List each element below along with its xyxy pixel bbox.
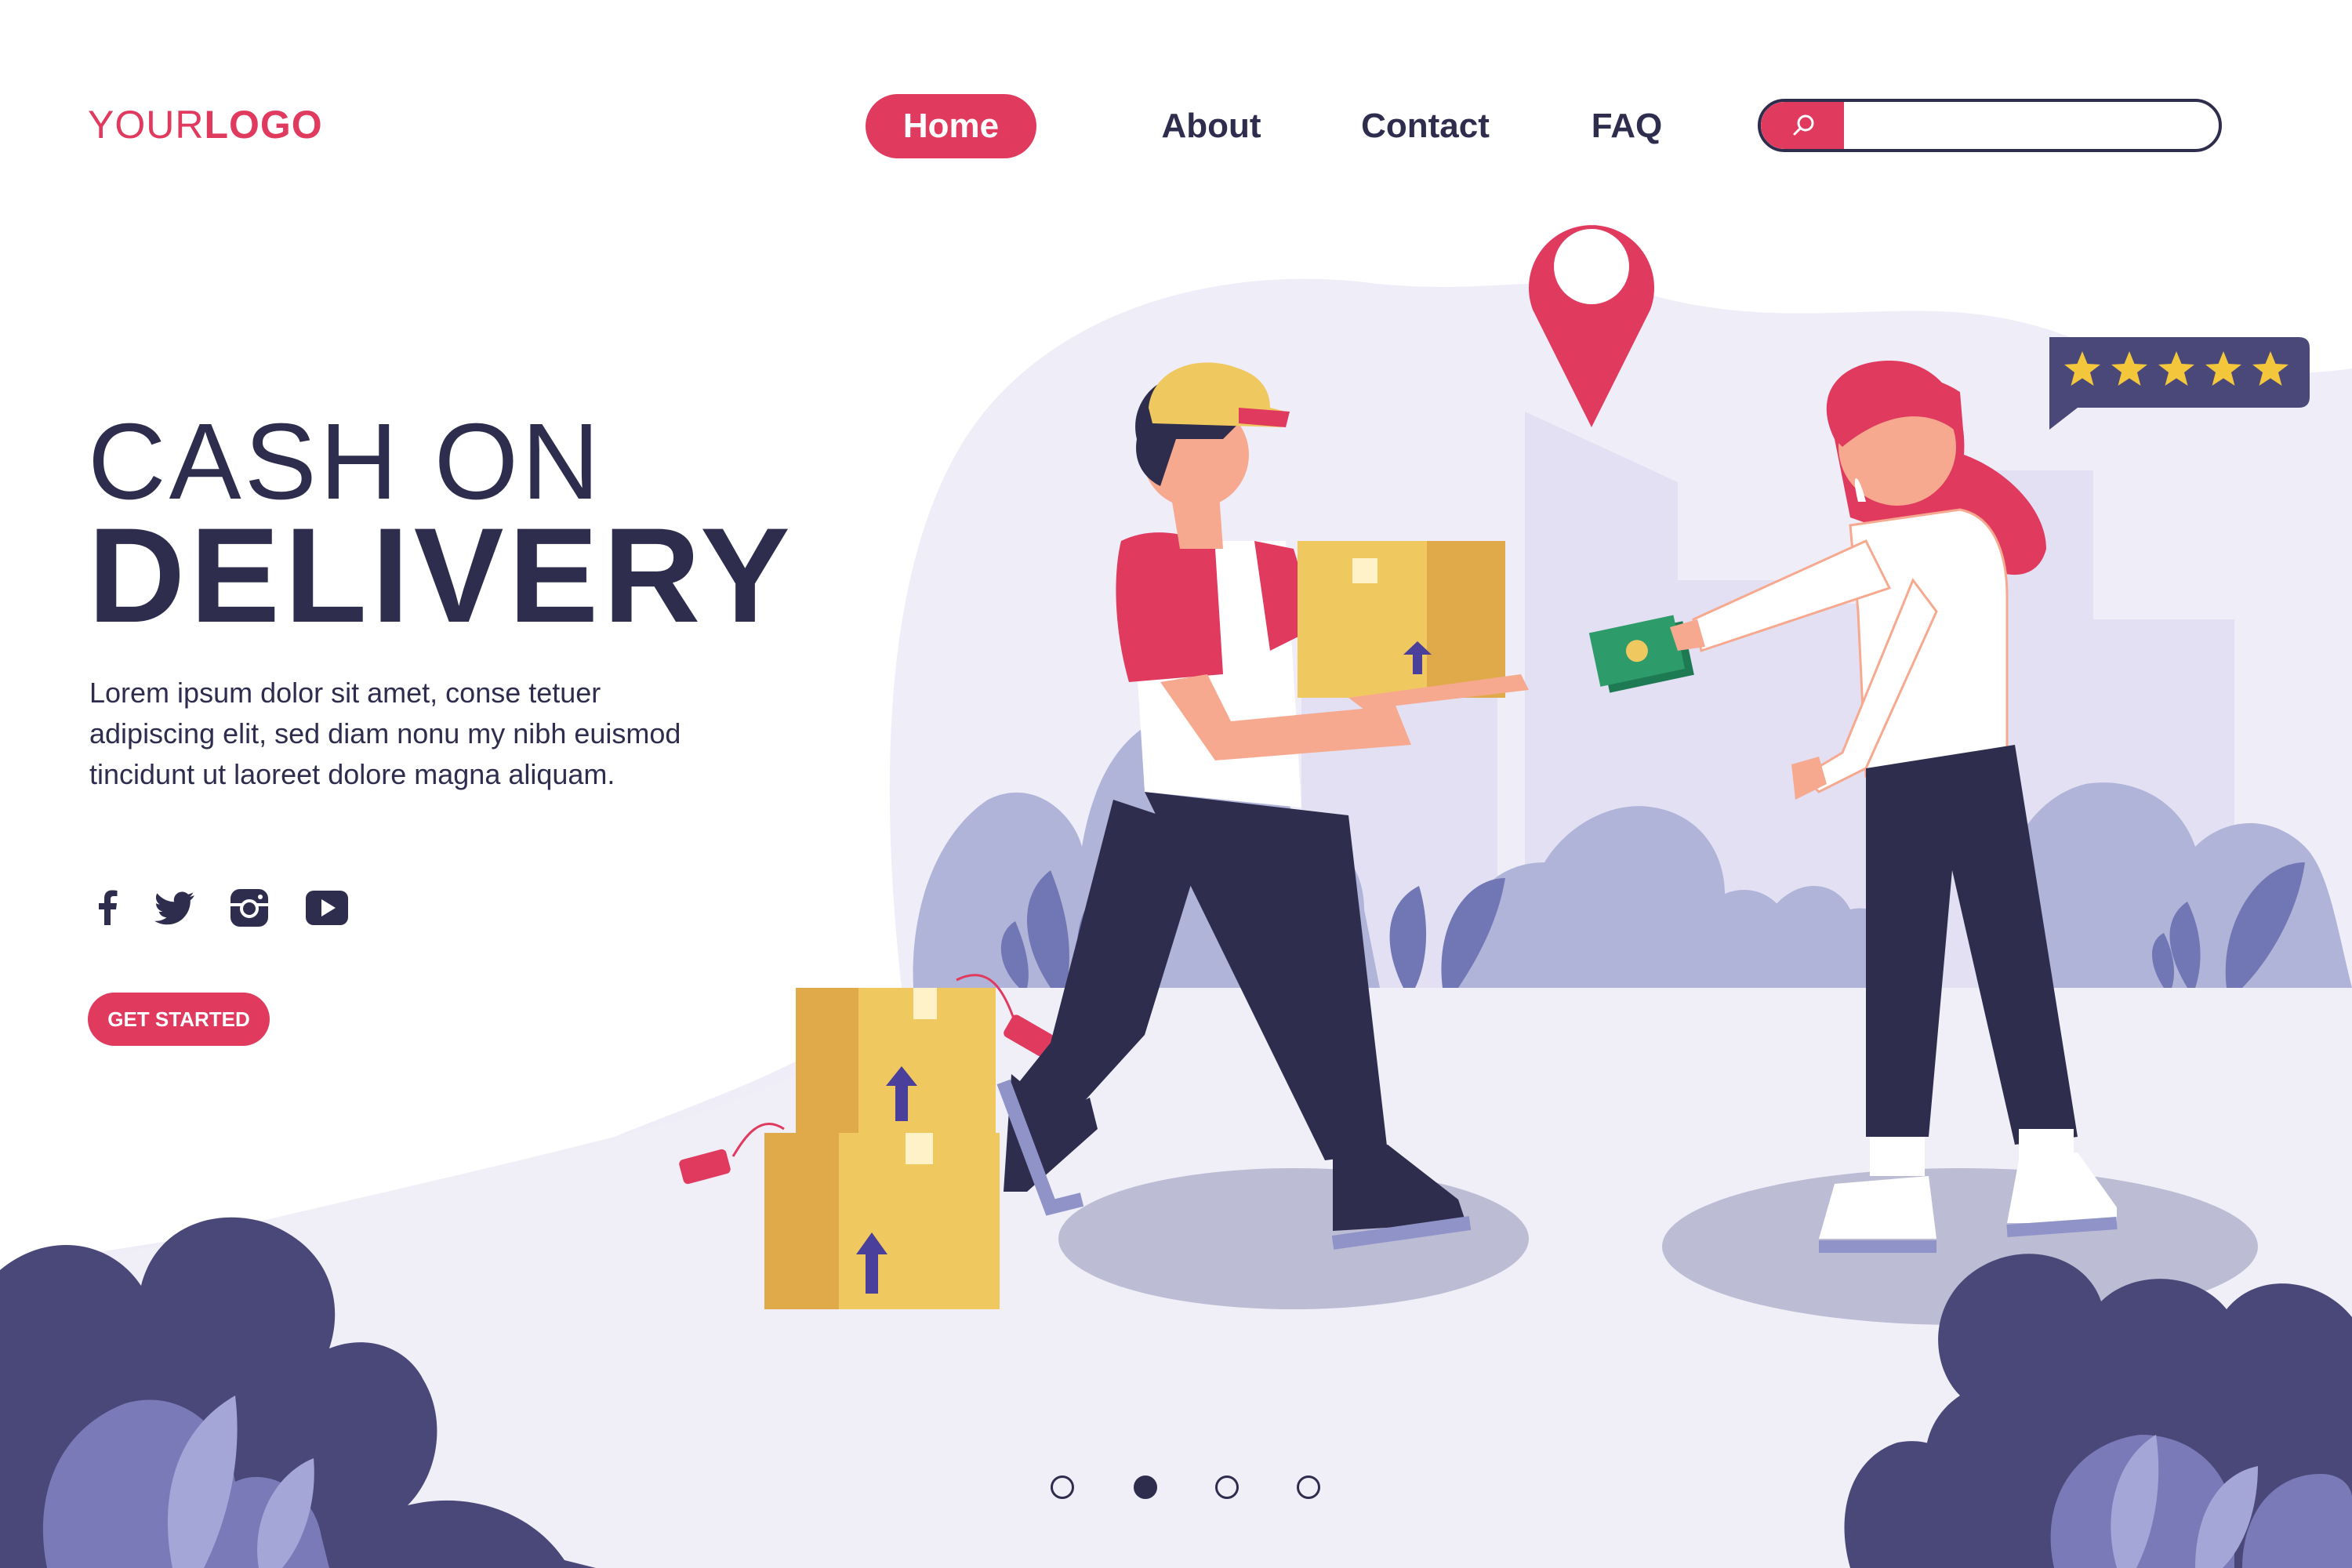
pagination-dot-3[interactable]	[1215, 1475, 1239, 1499]
hero-description: Lorem ipsum dolor sit amet, conse tetuer…	[89, 677, 681, 790]
search-bar	[1758, 99, 2222, 152]
pagination-dot-1[interactable]	[1051, 1475, 1074, 1499]
search-icon	[1793, 114, 1814, 136]
logo[interactable]: YOURLOGO	[88, 102, 323, 147]
facebook-icon[interactable]	[86, 887, 130, 928]
star-icon	[2158, 351, 2194, 386]
nav-faq[interactable]: FAQ	[1576, 94, 1678, 158]
twitter-icon[interactable]	[154, 887, 198, 928]
hero-title-line2: DELIVERY	[88, 500, 795, 651]
star-icon	[2252, 351, 2288, 386]
pagination-dot-4[interactable]	[1297, 1475, 1320, 1499]
logo-part-logo: LOGO	[204, 103, 323, 147]
search-button[interactable]	[1761, 102, 1844, 149]
star-icon	[2205, 351, 2241, 386]
search-input[interactable]	[1847, 102, 2216, 149]
get-started-button[interactable]: GET STARTED	[88, 993, 270, 1046]
rating-stars	[2059, 347, 2294, 394]
logo-part-your: YOUR	[88, 103, 205, 147]
youtube-icon[interactable]	[304, 887, 348, 928]
star-icon	[2111, 351, 2147, 386]
nav-contact[interactable]: Contact	[1347, 94, 1504, 158]
instagram-icon[interactable]	[227, 887, 271, 928]
nav-about[interactable]: About	[1145, 94, 1278, 158]
nav-home[interactable]: Home	[866, 94, 1036, 158]
pagination-dot-2[interactable]	[1134, 1475, 1157, 1499]
star-icon	[2064, 351, 2100, 386]
